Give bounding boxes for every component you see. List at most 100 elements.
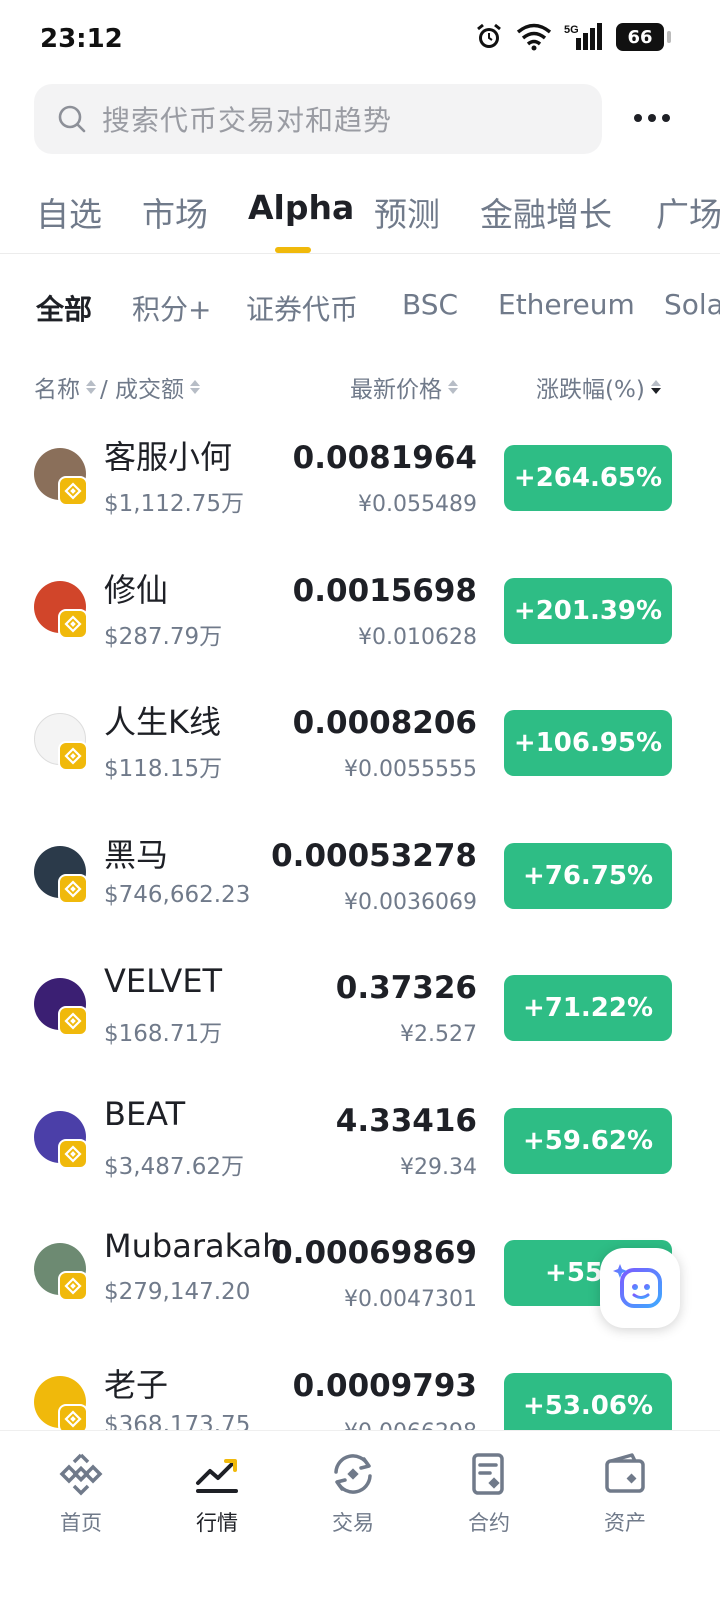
- token-row[interactable]: 客服小何 $1,112.75万 0.0081964 ¥0.055489 +264…: [0, 422, 720, 554]
- more-dot-icon: [634, 114, 642, 122]
- token-volume: $3,487.62万: [104, 1154, 245, 1180]
- token-volume: $287.79万: [104, 624, 223, 650]
- token-name: 人生K线: [104, 703, 221, 741]
- change-badge[interactable]: +71.22%: [504, 975, 672, 1041]
- nav-futures-label: 合约: [468, 1511, 510, 1535]
- bnb-chain-icon: [58, 1404, 88, 1430]
- token-volume: $279,147.20: [104, 1279, 251, 1305]
- bnb-chain-icon: [58, 1271, 88, 1301]
- tab-alpha[interactable]: Alpha: [248, 188, 354, 227]
- token-row[interactable]: 老子 $368,173.75 0.0009793 ¥0.0066298 +53.…: [0, 1350, 720, 1430]
- token-name: 老子: [104, 1366, 169, 1404]
- search-placeholder: 搜索代币交易对和趋势: [102, 104, 393, 137]
- nav-market-label: 行情: [196, 1511, 238, 1535]
- status-icons: 5G 66: [474, 22, 671, 52]
- subtab-bsc[interactable]: BSC: [402, 288, 458, 321]
- sort-by-price[interactable]: 最新价格: [350, 370, 458, 404]
- token-price-cny: ¥0.055489: [358, 492, 477, 517]
- token-volume: $1,112.75万: [104, 491, 245, 517]
- ai-assistant-button[interactable]: [600, 1248, 680, 1328]
- token-volume: $168.71万: [104, 1021, 223, 1047]
- change-badge[interactable]: +201.39%: [504, 578, 672, 644]
- bnb-chain-icon: [58, 874, 88, 904]
- change-badge[interactable]: +76.75%: [504, 843, 672, 909]
- ai-assistant-icon: [613, 1264, 662, 1308]
- market-chart-icon: [196, 1459, 238, 1493]
- token-price-cny: ¥2.527: [400, 1022, 477, 1047]
- nav-futures[interactable]: 合约: [434, 1451, 544, 1537]
- futures-document-icon: [472, 1453, 504, 1495]
- tab-finance-growth[interactable]: 金融增长: [480, 188, 612, 236]
- change-badge[interactable]: +53.06%: [504, 1373, 672, 1430]
- bnb-chain-icon: [58, 1139, 88, 1169]
- subtab-solana[interactable]: Solana: [664, 288, 720, 321]
- network-label: 5G: [564, 24, 579, 36]
- column-change-label: 涨跌幅(%): [536, 377, 645, 403]
- bnb-chain-icon: [58, 741, 88, 771]
- main-tabs: 自选 市场 Alpha 预测 金融增长 广场: [0, 178, 720, 254]
- binance-logo-icon: [59, 1453, 103, 1496]
- cellular-signal-icon: 5G: [564, 23, 602, 50]
- token-row[interactable]: 人生K线 $118.15万 0.0008206 ¥0.0055555 +106.…: [0, 687, 720, 819]
- token-row[interactable]: VELVET $168.71万 0.37326 ¥2.527 +71.22%: [0, 952, 720, 1084]
- nav-home[interactable]: 首页: [26, 1451, 136, 1537]
- change-badge[interactable]: +59.62%: [504, 1108, 672, 1174]
- token-name: 修仙: [104, 571, 169, 609]
- trade-swap-icon: [334, 1454, 372, 1494]
- battery-level: 66: [627, 26, 653, 48]
- token-price-cny: ¥29.34: [400, 1155, 477, 1180]
- subtab-security-tokens[interactable]: 证券代币: [246, 288, 358, 328]
- token-name: 客服小何: [104, 438, 233, 476]
- sort-icon: [190, 380, 201, 394]
- change-badge[interactable]: +264.65%: [504, 445, 672, 511]
- alarm-icon: [477, 23, 501, 48]
- token-name: VELVET: [104, 962, 223, 1000]
- token-price: 0.0009793: [292, 1368, 477, 1404]
- wifi-icon: [516, 23, 552, 51]
- token-price-cny: ¥0.0055555: [344, 757, 477, 782]
- sort-by-change[interactable]: 涨跌幅(%): [536, 370, 661, 404]
- more-dot-icon: [662, 114, 670, 122]
- subtab-ethereum[interactable]: Ethereum: [498, 288, 635, 321]
- token-price-cny: ¥0.0047301: [344, 1287, 477, 1312]
- bnb-chain-icon: [58, 476, 88, 506]
- sort-by-name[interactable]: 名称 / 成交额: [34, 370, 201, 404]
- token-price-cny: ¥0.010628: [358, 625, 477, 650]
- search-input[interactable]: 搜索代币交易对和趋势: [34, 84, 602, 154]
- more-button[interactable]: [624, 96, 680, 140]
- column-name-label: 名称: [34, 377, 80, 403]
- more-dot-icon: [648, 114, 656, 122]
- token-price-cny: ¥0.0036069: [344, 890, 477, 915]
- sub-tabs: 全部 积分+ 证券代币 BSC Ethereum Solana: [0, 282, 720, 332]
- wallet-icon: [605, 1453, 645, 1493]
- sort-icon: [448, 380, 458, 394]
- token-name: 黑马: [104, 836, 169, 874]
- subtab-points[interactable]: 积分+: [132, 288, 211, 328]
- tab-prediction[interactable]: 预测: [374, 188, 440, 236]
- column-volume-label: / 成交额: [100, 377, 185, 403]
- token-volume: $746,662.23: [104, 882, 251, 908]
- token-price: 4.33416: [335, 1103, 477, 1139]
- column-headers: 名称 / 成交额 最新价格 涨跌幅(%): [0, 364, 720, 404]
- tab-square[interactable]: 广场: [656, 188, 720, 236]
- nav-trade[interactable]: 交易: [298, 1451, 408, 1537]
- status-time: 23:12: [40, 24, 123, 54]
- token-row[interactable]: 黑马 $746,662.23 0.00053278 ¥0.0036069 +76…: [0, 820, 720, 952]
- nav-trade-label: 交易: [332, 1511, 374, 1535]
- column-price-label: 最新价格: [350, 377, 442, 403]
- token-price: 0.0081964: [292, 440, 477, 476]
- tab-market[interactable]: 市场: [142, 188, 208, 236]
- nav-assets[interactable]: 资产: [570, 1451, 680, 1537]
- bottom-nav: 首页 行情 交易 合约 资产: [0, 1430, 720, 1600]
- token-price: 0.0008206: [292, 705, 477, 741]
- nav-market[interactable]: 行情: [162, 1451, 272, 1537]
- tab-watchlist[interactable]: 自选: [36, 188, 102, 236]
- token-name: BEAT: [104, 1095, 186, 1133]
- token-price: 0.37326: [335, 970, 477, 1006]
- change-badge[interactable]: +106.95%: [504, 710, 672, 776]
- token-row[interactable]: BEAT $3,487.62万 4.33416 ¥29.34 +59.62%: [0, 1085, 720, 1217]
- nav-home-label: 首页: [60, 1511, 102, 1535]
- active-tab-indicator: [275, 247, 311, 253]
- subtab-all[interactable]: 全部: [36, 288, 92, 328]
- token-row[interactable]: 修仙 $287.79万 0.0015698 ¥0.010628 +201.39%: [0, 555, 720, 687]
